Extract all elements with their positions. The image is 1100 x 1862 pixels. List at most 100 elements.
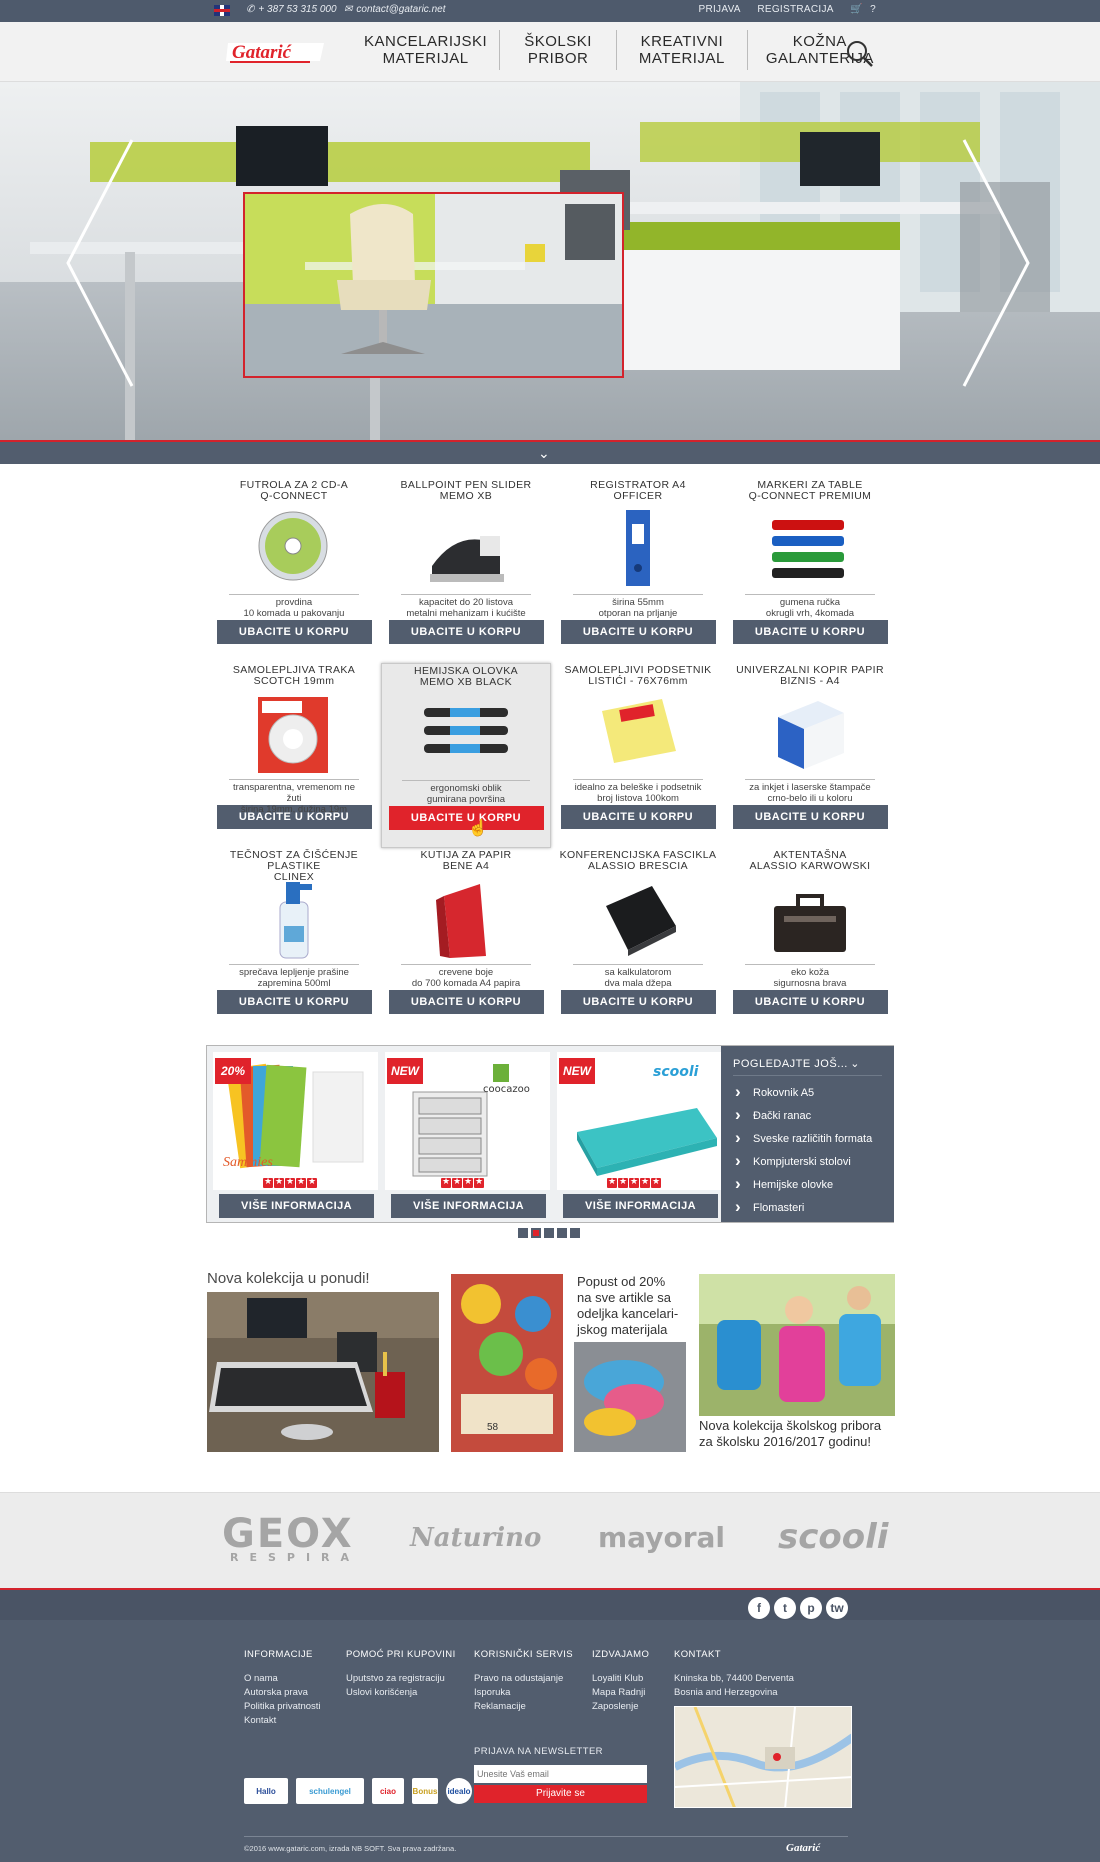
news-title-collection[interactable]: Nova kolekcija u ponudi! [207, 1270, 370, 1287]
more-info-button[interactable]: VIŠE INFORMACIJA [219, 1194, 374, 1218]
partner-logo[interactable]: Bonus [412, 1778, 438, 1804]
product-card[interactable]: HEMIJSKA OLOVKA MEMO XB BLACK ergonomski o… [381, 663, 551, 848]
nav-kancelarijski-materijal[interactable]: KANCELARIJSKI MATERIJAL [352, 30, 501, 70]
product-card[interactable]: REGISTRATOR A4 OFFICER širina 55mm otporan … [553, 478, 723, 663]
news-title-school-collection[interactable]: Nova kolekcija školskog pribora za škols… [699, 1418, 895, 1450]
login-link[interactable]: PRIJAVA [698, 4, 740, 15]
add-to-cart-button[interactable]: UBACITE U KORPU [560, 990, 716, 1014]
slider-prev-arrow-icon[interactable] [64, 138, 134, 388]
pagination-dot[interactable] [544, 1228, 554, 1238]
product-image[interactable] [559, 689, 717, 779]
gataric-logo[interactable]: Gatarić [226, 39, 326, 65]
product-card[interactable]: BALLPOINT PEN SLIDER MEMO XB kapacitet do … [381, 478, 551, 663]
product-title[interactable]: KONFERENCIJSKA FASCIKLA ALASSIO BRESCIA [559, 850, 717, 874]
product-title[interactable]: FUTROLA ZA 2 CD-A Q-CONNECT [215, 480, 373, 504]
partner-logo[interactable]: Hallo [244, 1778, 288, 1804]
newsletter-email-input[interactable] [474, 1765, 647, 1783]
pagination-dot[interactable] [557, 1228, 567, 1238]
product-title[interactable]: SAMOLEPLJIVI PODSETNIK LISTIĆI - 76X76mm [559, 665, 717, 689]
more-info-button[interactable]: VIŠE INFORMACIJA [391, 1194, 546, 1218]
promo-item[interactable]: coocazoo NEW VIŠE INFORMACIJA [385, 1052, 550, 1218]
pinterest-icon[interactable]: p [800, 1597, 822, 1619]
footer-link[interactable]: O nama [244, 1672, 321, 1686]
product-title[interactable]: REGISTRATOR A4 OFFICER [559, 480, 717, 504]
footer-link[interactable]: Autorska prava [244, 1686, 321, 1700]
product-image[interactable] [388, 690, 544, 780]
footer-link[interactable]: Zaposlenje [592, 1700, 649, 1714]
brand-mayoral-logo[interactable]: mayoral [598, 1521, 725, 1571]
product-title[interactable]: AKTENTAŠNA ALASSIO KARWOWSKI [731, 850, 889, 874]
brand-naturino-logo[interactable]: Naturino [410, 1523, 541, 1573]
twitter-icon[interactable]: tw [826, 1597, 848, 1619]
paper-clips-photo[interactable] [574, 1342, 686, 1452]
product-card[interactable]: KONFERENCIJSKA FASCIKLA ALASSIO BRESCIA sa… [553, 848, 723, 1033]
desk-keyboard-photo[interactable] [207, 1292, 439, 1452]
nav-kreativni-materijal[interactable]: KREATIVNI MATERIJAL [617, 30, 748, 70]
see-more-item[interactable]: Rokovnik A5 [733, 1080, 882, 1105]
product-card[interactable]: SAMOLEPLJIVI PODSETNIK LISTIĆI - 76X76mm i… [553, 663, 723, 848]
product-image[interactable] [215, 504, 373, 594]
product-card[interactable]: AKTENTAŠNA ALASSIO KARWOWSKI eko koža sigur… [725, 848, 895, 1033]
add-to-cart-button[interactable]: UBACITE U KORPU [216, 990, 372, 1014]
product-image[interactable] [215, 874, 373, 964]
product-card[interactable]: FUTROLA ZA 2 CD-A Q-CONNECT provdina 10 kom… [209, 478, 379, 663]
product-image[interactable] [559, 504, 717, 594]
footer-link[interactable]: Kontakt [244, 1714, 321, 1728]
see-more-item[interactable]: Đački ranac [733, 1103, 882, 1128]
footer-gataric-logo[interactable]: Gatarić [786, 1840, 848, 1854]
footer-link[interactable]: Isporuka [474, 1686, 573, 1700]
partner-logo[interactable]: schulengel [296, 1778, 364, 1804]
promo-item[interactable]: Sammies 20% VIŠE INFORMACIJA [213, 1052, 378, 1218]
facebook-icon[interactable]: f [748, 1597, 770, 1619]
cart-icon[interactable]: 🛒 [850, 4, 863, 15]
product-title[interactable]: KUTIJA ZA PAPIR BENE A4 [387, 850, 545, 874]
footer-link[interactable]: Loyaliti Klub [592, 1672, 649, 1686]
nav-skolski-pribor[interactable]: ŠKOLSKI PRIBOR [500, 30, 617, 70]
footer-link[interactable]: Mapa Radnji [592, 1686, 649, 1700]
pagination-dot[interactable] [518, 1228, 528, 1238]
newsletter-subscribe-button[interactable]: Prijavite se [474, 1785, 647, 1803]
add-to-cart-button[interactable]: UBACITE U KORPU [388, 620, 544, 644]
slider-next-arrow-icon[interactable] [962, 138, 1032, 388]
product-card[interactable]: SAMOLEPLJIVA TRAKA SCOTCH 19mm transparent… [209, 663, 379, 848]
pagination-dot[interactable] [570, 1228, 580, 1238]
add-to-cart-button[interactable]: UBACITE U KORPU [732, 620, 888, 644]
tumblr-icon[interactable]: t [774, 1597, 796, 1619]
email-link[interactable]: ✉ contact@gataric.net [344, 4, 445, 15]
product-image[interactable] [731, 689, 889, 779]
uk-flag-icon[interactable] [214, 5, 230, 16]
product-image[interactable] [731, 504, 889, 594]
footer-link[interactable]: Politika privatnosti [244, 1700, 321, 1714]
product-title[interactable]: MARKERI ZA TABLE Q-CONNECT PREMIUM [731, 480, 889, 504]
add-to-cart-button[interactable]: UBACITE U KORPU [388, 806, 544, 830]
location-map[interactable] [674, 1706, 852, 1808]
product-image[interactable] [559, 874, 717, 964]
product-card[interactable]: KUTIJA ZA PAPIR BENE A4 crevene boje do 700… [381, 848, 551, 1033]
partner-logo[interactable]: idealo [446, 1778, 472, 1804]
product-image[interactable] [387, 504, 545, 594]
brand-scooli-logo[interactable]: scooli [778, 1517, 888, 1567]
chevron-down-icon[interactable]: ⌄ [538, 445, 550, 462]
product-title[interactable]: HEMIJSKA OLOVKA MEMO XB BLACK [388, 666, 544, 690]
footer-link[interactable]: Kninska bb, 74400 Derventa [674, 1672, 794, 1686]
see-more-title[interactable]: POGLEDAJTE JOŠ... ⌄ [733, 1052, 882, 1076]
product-card[interactable]: MARKERI ZA TABLE Q-CONNECT PREMIUM gumena … [725, 478, 895, 663]
product-title[interactable]: TEČNOST ZA ČIŠĆENJE PLASTIKE CLINEX [215, 850, 373, 883]
register-link[interactable]: REGISTRACIJA [757, 4, 833, 15]
add-to-cart-button[interactable]: UBACITE U KORPU [216, 805, 372, 829]
promo-item[interactable]: scooli NEW VIŠE INFORMACIJA [557, 1052, 722, 1218]
product-image[interactable] [387, 874, 545, 964]
search-icon[interactable] [846, 40, 874, 68]
add-to-cart-button[interactable]: UBACITE U KORPU [560, 805, 716, 829]
product-image[interactable] [731, 874, 889, 964]
partner-logo[interactable]: ciao [372, 1778, 404, 1804]
add-to-cart-button[interactable]: UBACITE U KORPU [388, 990, 544, 1014]
add-to-cart-button[interactable]: UBACITE U KORPU [732, 805, 888, 829]
product-image[interactable] [215, 689, 373, 779]
see-more-item[interactable]: Hemijske olovke [733, 1172, 882, 1197]
pagination-dot-active[interactable] [531, 1228, 541, 1238]
add-to-cart-button[interactable]: UBACITE U KORPU [732, 990, 888, 1014]
footer-link[interactable]: Bosnia and Herzegovina [674, 1686, 794, 1700]
news-title-discount[interactable]: Popust od 20% na sve artikle sa odeljka … [577, 1274, 682, 1338]
see-more-item[interactable]: Kompjuterski stolovi [733, 1149, 882, 1174]
